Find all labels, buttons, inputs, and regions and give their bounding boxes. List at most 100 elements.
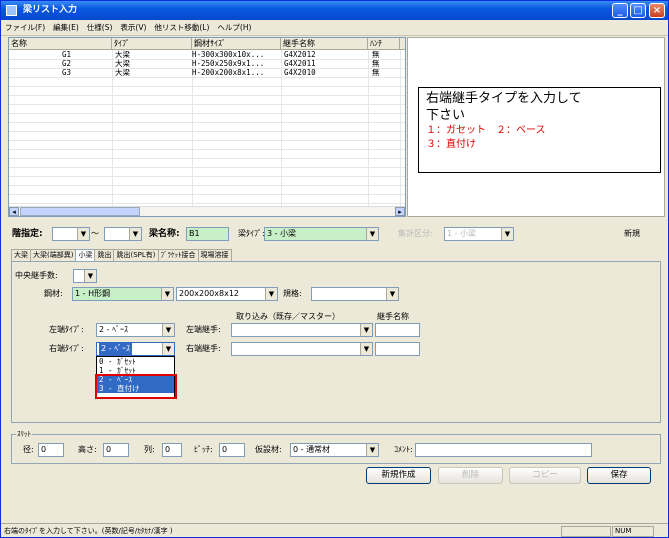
diameter-input[interactable]: 0: [38, 443, 64, 457]
floor-label: 階指定:: [12, 229, 43, 239]
menu-file[interactable]: ファイル(F): [1, 20, 49, 36]
col-joint-name[interactable]: 継手名称: [281, 38, 368, 50]
pitch-label: ﾋﾟｯﾁ:: [194, 445, 213, 454]
main-window: 梁リスト入力 _ □ × ファイル(F) 編集(E) 仕様(S) 表示(V) 他リスト移…: [0, 0, 669, 538]
tab-girder[interactable]: 大梁: [11, 249, 31, 261]
tab-cantilever-spl[interactable]: 跳出(SPL有): [113, 249, 159, 261]
menu-bar: ファイル(F) 編集(E) 仕様(S) 表示(V) 他リスト移動(L) ヘルプ(H): [1, 20, 668, 36]
menu-edit[interactable]: 編集(E): [49, 20, 83, 36]
beam-type-select[interactable]: 3 - 小梁 ▼: [264, 227, 379, 241]
formwork-select[interactable]: 0 - 通常材 ▼: [290, 443, 379, 457]
chevron-down-icon: ▼: [386, 288, 398, 300]
chevron-down-icon: ▼: [84, 270, 96, 282]
menu-view[interactable]: 表示(V): [116, 20, 150, 36]
height-input[interactable]: 0: [103, 443, 129, 457]
list-hscrollbar[interactable]: ◂ ▸: [9, 206, 405, 216]
chevron-down-icon: ▼: [366, 444, 378, 456]
spec-select[interactable]: ▼: [311, 287, 399, 301]
joint-name-label: 継手名称: [377, 312, 409, 321]
center-joint-select[interactable]: ▼: [73, 269, 97, 283]
scroll-right-icon[interactable]: ▸: [395, 207, 405, 216]
highlight-box: [95, 374, 177, 399]
status-text: 右端のﾀｲﾌﾟを入力して下さい。(英数/記号/ｶﾀｶﾅ/漢字 ): [4, 527, 173, 535]
chevron-down-icon: ▼: [162, 324, 174, 336]
floor-to-select[interactable]: ▼: [104, 227, 142, 241]
table-row[interactable]: G2 大梁 H-250x250x9x1... G4X2011 無: [9, 59, 405, 68]
chevron-down-icon: ▼: [77, 228, 89, 240]
left-joint-label: 左端継手:: [186, 325, 221, 334]
right-joint-select[interactable]: ▼: [231, 342, 373, 356]
height-label: 高さ:: [78, 445, 97, 454]
close-button[interactable]: ×: [649, 3, 665, 18]
left-joint-select[interactable]: ▼: [231, 323, 373, 337]
option-gusset[interactable]: 0 - ｶﾞｾｯﾄ: [97, 357, 174, 366]
beam-type-label: 梁ﾀｲﾌﾟ:: [238, 229, 265, 238]
app-icon: [6, 5, 17, 16]
aggregation-select[interactable]: 1 - 小梁 ▼: [444, 227, 514, 241]
right-joint-label: 右端継手:: [186, 344, 221, 353]
floor-from-select[interactable]: ▼: [52, 227, 90, 241]
left-type-select[interactable]: 2 - ﾍﾞｰｽ ▼: [96, 323, 175, 337]
chevron-down-icon: ▼: [129, 228, 141, 240]
beam-list[interactable]: 名称 ﾀｲﾌﾟ 鋼材ｻｲｽﾞ 継手名称 ﾊﾝﾁ G1 大梁 H-300x300x…: [8, 37, 406, 217]
message-line-2: 下さい: [426, 108, 466, 123]
col-steel-size[interactable]: 鋼材ｻｲｽﾞ: [192, 38, 281, 50]
beam-tabs: 大梁 大梁(端部異) 小梁 跳出 跳出(SPL有) ﾌﾞﾗｹｯﾄ接合 現場溶接: [11, 249, 232, 261]
maximize-button[interactable]: □: [630, 3, 646, 18]
menu-other-list[interactable]: 他リスト移動(L): [150, 20, 213, 36]
scroll-left-icon[interactable]: ◂: [9, 207, 19, 216]
menu-help[interactable]: ヘルプ(H): [213, 20, 255, 36]
chevron-down-icon: ▼: [161, 288, 173, 300]
help-message: 右端継手タイプを入力して 下さい １：ガセット ２：ベース ３：直付け: [418, 87, 661, 173]
message-line-4: ３：直付け: [426, 139, 476, 150]
steel-size-select[interactable]: 200x200x8x12 ▼: [176, 287, 278, 301]
copy-button[interactable]: コピー: [509, 467, 581, 484]
chevron-down-icon: ▼: [265, 288, 277, 300]
minimize-button[interactable]: _: [612, 3, 628, 18]
column-input[interactable]: 0: [162, 443, 182, 457]
right-joint-name-input[interactable]: [375, 342, 420, 356]
col-name[interactable]: 名称: [9, 38, 112, 50]
minimize-icon: _: [617, 5, 623, 16]
create-button[interactable]: 新規作成: [366, 467, 431, 484]
col-haunch[interactable]: ﾊﾝﾁ: [368, 38, 400, 50]
import-label: 取り込み（既存／マスター）: [236, 312, 340, 321]
tab-bracket-joint[interactable]: ﾌﾞﾗｹｯﾄ接合: [157, 249, 199, 261]
comment-label: ｺﾒﾝﾄ:: [394, 445, 413, 454]
table-row[interactable]: G3 大梁 H-200x200x8x1... G4X2010 無: [9, 68, 405, 77]
window-title: 梁リスト入力: [23, 5, 78, 15]
right-type-select[interactable]: 2 - ﾍﾞｰｽ ▼: [96, 342, 175, 356]
save-button[interactable]: 保存: [587, 467, 651, 484]
beam-name-label: 梁名称:: [149, 229, 180, 239]
spec-label: 規格:: [283, 289, 302, 298]
col-type[interactable]: ﾀｲﾌﾟ: [112, 38, 192, 50]
message-line-3: １：ガセット ２：ベース: [426, 125, 546, 136]
menu-spec[interactable]: 仕様(S): [83, 20, 117, 36]
aggregation-label: 集計区分:: [398, 229, 433, 238]
list-header: 名称 ﾀｲﾌﾟ 鋼材ｻｲｽﾞ 継手名称 ﾊﾝﾁ: [9, 38, 405, 50]
pitch-input[interactable]: 0: [219, 443, 245, 457]
chevron-down-icon: ▼: [360, 324, 372, 336]
delete-button[interactable]: 削除: [438, 467, 503, 484]
close-icon: ×: [652, 5, 662, 16]
chevron-down-icon: ▼: [366, 228, 378, 240]
status-panel-empty: [561, 526, 611, 537]
right-type-label: 右端ﾀｲﾌﾟ:: [49, 344, 84, 353]
tab-cantilever[interactable]: 跳出: [94, 249, 115, 261]
center-joint-label: 中央継手数:: [15, 271, 58, 280]
title-bar: 梁リスト入力 _ □ ×: [1, 1, 668, 20]
num-lock-indicator: NUM: [612, 526, 654, 537]
chevron-down-icon: ▼: [162, 343, 174, 355]
comment-input[interactable]: [415, 443, 592, 457]
chevron-down-icon: ▼: [360, 343, 372, 355]
scroll-thumb[interactable]: [20, 207, 140, 216]
table-row[interactable]: G1 大梁 H-300x300x10x... G4X2012 無: [9, 50, 405, 59]
left-joint-name-input[interactable]: [375, 323, 420, 337]
tab-small-beam[interactable]: 小梁: [75, 249, 96, 261]
steel-type-select[interactable]: 1 - H形鋼 ▼: [72, 287, 174, 301]
diameter-label: 径:: [23, 445, 34, 454]
tab-girder-end-diff[interactable]: 大梁(端部異): [30, 249, 77, 261]
tab-site-weld[interactable]: 現場溶接: [197, 249, 232, 261]
slot-legend: ｽﾘｯﾄ: [16, 429, 32, 439]
beam-name-input[interactable]: B1: [186, 227, 229, 241]
